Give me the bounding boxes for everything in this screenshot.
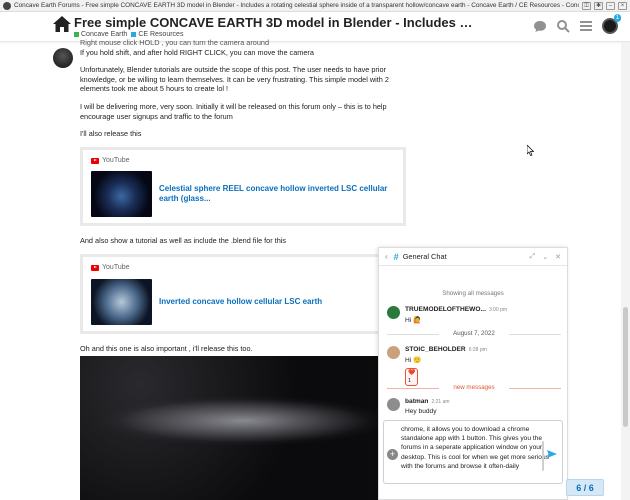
browser-title-bar: Concave Earth Forums - Free simple CONCA… [0,0,630,12]
video-thumbnail[interactable] [91,171,152,218]
post-text: And also show a tutorial as well as incl… [80,236,287,246]
composer-input[interactable]: chrome, it allows you to download a chro… [401,425,553,471]
category-color-badge [74,32,79,37]
key-icon[interactable]: ⚿ [582,1,591,10]
chat-username[interactable]: batman 2:21 am [405,398,450,405]
chat-header: ‹ # General Chat ⤢ ⌄ ✕ [379,248,567,266]
topic-title[interactable]: Free simple CONCAVE EARTH 3D model in Bl… [74,15,474,30]
post-text: Unfortunately, Blender tutorials are out… [80,65,389,94]
chat-bubble-icon[interactable] [533,19,547,33]
chat-username[interactable]: STOIC_BEHOLDER 6:28 pm [405,346,487,353]
window-controls: ⚿ ✱ – × [579,1,630,10]
extension-icon[interactable]: ✱ [594,1,603,10]
youtube-icon [91,157,99,164]
plus-icon[interactable]: + [387,449,398,460]
chat-message-text: Hi 🙋 [405,317,422,324]
expand-icon[interactable]: ⤢ [530,253,536,261]
site-favicon-icon [3,1,11,10]
youtube-onebox: YouTube Celestial sphere REEL concave ho… [80,146,406,227]
chat-channel-title[interactable]: General Chat [403,252,523,261]
chat-panel: ‹ # General Chat ⤢ ⌄ ✕ Showing all messa… [378,247,568,500]
date-divider: August 7, 2022 [387,330,561,337]
mouse-cursor-icon [527,145,534,156]
new-messages-divider: new messages [387,384,561,391]
post-text: I'll also release this [80,129,142,139]
video-link[interactable]: Inverted concave hollow cellular LSC ear… [159,297,322,307]
post-text: I will be delivering more, very soon. In… [80,101,387,121]
user-avatar[interactable]: 1 [602,14,621,34]
onebox-source-label: YouTube [102,263,130,271]
video-thumbnail[interactable] [91,278,152,325]
send-icon[interactable] [547,449,557,459]
chat-message-text: Hi 🙂 [405,357,422,364]
post-body: Right mouse click HOLD , you can turn th… [80,38,410,361]
subcategory-color-badge [131,32,137,37]
avatar[interactable] [387,306,400,319]
showing-all-messages: Showing all messages [442,290,504,297]
post-text: Right mouse click HOLD , you can turn th… [80,38,269,47]
minimize-button[interactable]: – [606,1,615,10]
onebox-source: YouTube [91,156,395,166]
onebox-source-label: YouTube [102,156,130,164]
avatar[interactable] [387,346,400,359]
chat-username[interactable]: TRUEMODELOFTHEWO... 3:00 pm [405,306,507,313]
youtube-onebox: YouTube Inverted concave hollow cellular… [80,253,406,334]
video-link[interactable]: Celestial sphere REEL concave hollow inv… [159,184,395,204]
close-window-button[interactable]: × [618,1,627,10]
subcategory-link[interactable]: CE Resources [131,31,183,38]
avatar[interactable] [387,398,400,411]
chevron-left-icon[interactable]: ‹ [385,252,388,261]
post-text: If you hold shift, and after hold RIGHT … [80,47,314,57]
browser-tab-title: Concave Earth Forums - Free simple CONCA… [14,2,579,9]
category-label: Concave Earth [81,31,128,38]
channel-hash-icon: # [393,251,399,262]
chat-composer[interactable]: + chrome, it allows you to download a ch… [383,420,563,484]
post-author-avatar[interactable] [53,48,73,68]
onebox-source: YouTube [91,263,395,273]
close-icon[interactable]: ✕ [555,253,561,261]
page-scrollbar[interactable] [621,42,630,500]
post-text: Oh and this one is also important , i'll… [80,343,253,353]
composer-scrollbar[interactable] [542,441,544,471]
hamburger-menu-icon[interactable] [579,19,593,33]
breadcrumb: Concave Earth CE Resources [74,31,183,38]
category-link[interactable]: Concave Earth [74,31,127,38]
youtube-icon [91,264,99,271]
header-icons: 1 [533,14,621,34]
scrollbar-thumb[interactable] [623,307,628,427]
search-icon[interactable] [556,19,570,33]
subcategory-label: CE Resources [138,31,184,38]
topic-progress[interactable]: 6 / 6 [566,479,604,496]
home-icon[interactable] [52,15,72,33]
collapse-icon[interactable]: ⌄ [542,253,548,261]
space-image[interactable] [80,356,378,500]
chat-message-text: Hey buddy [405,408,437,415]
notification-badge: 1 [613,14,621,22]
